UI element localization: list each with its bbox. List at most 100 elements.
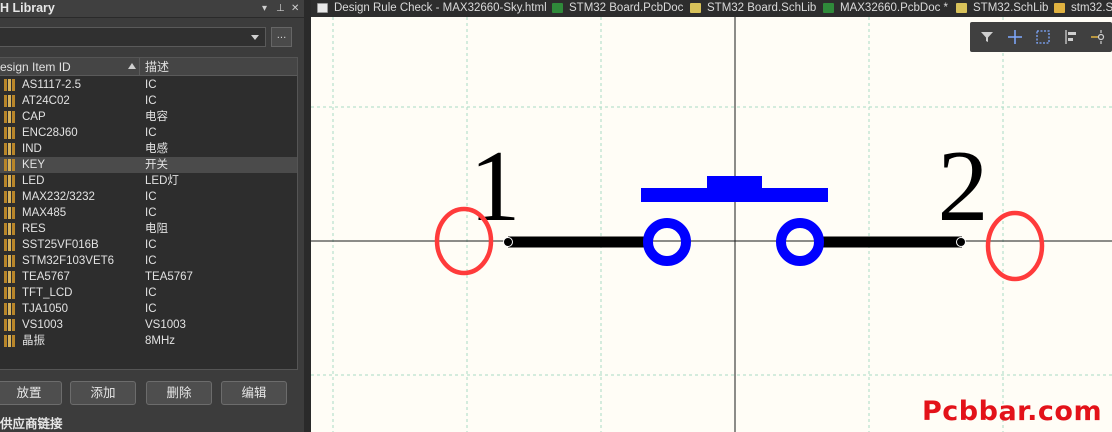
component-icon [2, 271, 16, 283]
component-icon [2, 159, 16, 171]
component-icon [2, 287, 16, 299]
component-id: 晶振 [22, 335, 45, 347]
switch-button-cap [707, 176, 762, 188]
table-row[interactable]: MAX232/3232 IC [0, 189, 297, 205]
table-row[interactable]: SST25VF016B IC [0, 237, 297, 253]
chevron-down-icon [251, 35, 259, 40]
pin-icon[interactable]: ⊥ [276, 0, 285, 17]
component-desc: IC [145, 207, 157, 219]
delete-button[interactable]: 删除 [146, 381, 212, 405]
component-desc: IC [145, 239, 157, 251]
table-row[interactable]: CAP 电容 [0, 109, 297, 125]
pcb-doc-icon [552, 3, 563, 13]
component-icon [2, 207, 16, 219]
component-id: ENC28J60 [22, 127, 78, 139]
schlib-icon [690, 3, 701, 13]
filter-icon[interactable] [976, 22, 998, 52]
crosshair-icon[interactable] [1004, 22, 1026, 52]
tab-label: STM32.SchLib [973, 2, 1049, 14]
component-id: VS1003 [22, 319, 63, 331]
watermark: Pcbbar.com [922, 396, 1103, 427]
component-id: STM32F103VET6 [22, 255, 115, 267]
component-desc: IC [145, 287, 157, 299]
table-row[interactable]: AT24C02 IC [0, 93, 297, 109]
component-icon [2, 111, 16, 123]
library-dropdown[interactable] [0, 27, 266, 47]
table-row[interactable]: MAX485 IC [0, 205, 297, 221]
table-row[interactable]: TFT_LCD IC [0, 285, 297, 301]
component-desc: 电感 [145, 143, 168, 155]
component-desc: IC [145, 95, 157, 107]
browse-button[interactable]: ... [271, 27, 292, 47]
component-id: MAX485 [22, 207, 67, 219]
column-header-id-label: esign Item ID [0, 60, 71, 74]
component-id: AS1117-2.5 [22, 79, 82, 91]
sch-library-panel: H Library ▾ ⊥ ✕ ... esign Item ID 描述 AS1… [0, 0, 304, 432]
add-button[interactable]: 添加 [70, 381, 136, 405]
table-row[interactable]: ENC28J60 IC [0, 125, 297, 141]
close-icon[interactable]: ✕ [291, 0, 299, 17]
table-row[interactable]: RES 电阻 [0, 221, 297, 237]
component-icon [2, 319, 16, 331]
component-table: esign Item ID 描述 AS1117-2.5 IC AT24C02 IC CA… [0, 57, 298, 370]
panel-title: H Library [0, 1, 55, 15]
component-id: TFT_LCD [22, 287, 73, 299]
table-row[interactable]: VS1003 VS1003 [0, 317, 297, 333]
table-row[interactable]: LED LED灯 [0, 173, 297, 189]
table-row[interactable]: AS1117-2.5 IC [0, 77, 297, 93]
tab-label: Design Rule Check - MAX32660-Sky.html [334, 2, 547, 14]
sort-ascending-icon [128, 63, 136, 69]
table-row[interactable]: TEA5767 TEA5767 [0, 269, 297, 285]
contact-left [643, 218, 691, 266]
component-desc: 8MHz [145, 335, 176, 347]
component-desc: LED灯 [145, 175, 179, 187]
component-id: RES [22, 223, 46, 235]
component-id: LED [22, 175, 45, 187]
component-desc: IC [145, 255, 157, 267]
component-id: IND [22, 143, 42, 155]
component-icon [2, 95, 16, 107]
pin2-hotspot-marker [985, 210, 1045, 282]
column-header-id[interactable]: esign Item ID [0, 58, 140, 76]
panel-menu-icon[interactable]: ▾ [262, 0, 267, 17]
component-id: CAP [22, 111, 46, 123]
schlib-icon [956, 3, 967, 13]
schematic-canvas[interactable]: 1 2 Pcbbar.com [311, 17, 1112, 432]
place-button[interactable]: 放置 [0, 381, 62, 405]
panel-splitter[interactable] [304, 0, 311, 432]
component-icon [2, 191, 16, 203]
pin-icon[interactable] [1087, 22, 1109, 52]
tab-label: MAX32660.PcbDoc * [840, 2, 949, 14]
switch-actuator-bar [641, 188, 828, 202]
tab-label: STM32 Board.PcbDoc [569, 2, 684, 14]
supplier-links-heading: 供应商链接 [0, 416, 63, 431]
component-icon [2, 223, 16, 235]
component-id: MAX232/3232 [22, 191, 95, 203]
pin1-label: 1 [470, 130, 521, 243]
select-rect-icon[interactable] [1032, 22, 1054, 52]
canvas-toolbar [970, 22, 1112, 52]
component-desc: IC [145, 127, 157, 139]
table-row[interactable]: TJA1050 IC [0, 301, 297, 317]
table-row[interactable]: KEY 开关 [0, 157, 297, 173]
align-icon[interactable] [1060, 22, 1082, 52]
column-header-desc[interactable]: 描述 [145, 58, 169, 76]
edit-button[interactable]: 编辑 [221, 381, 287, 405]
component-desc: IC [145, 79, 157, 91]
table-row[interactable]: STM32F103VET6 IC [0, 253, 297, 269]
component-icon [2, 127, 16, 139]
pin2-end-dot [956, 237, 966, 247]
tab-label: STM32 Board.SchLib [707, 2, 817, 14]
component-desc: 电阻 [145, 223, 168, 235]
component-icon [2, 303, 16, 315]
pcb-doc-icon [823, 3, 834, 13]
tab-label: stm32.S [1071, 2, 1112, 14]
table-row[interactable]: 晶振 8MHz [0, 333, 297, 349]
folder-icon [1054, 3, 1065, 13]
table-row[interactable]: IND 电感 [0, 141, 297, 157]
component-icon [2, 175, 16, 187]
panel-title-bar: H Library ▾ ⊥ ✕ [0, 0, 304, 18]
component-id: TJA1050 [22, 303, 69, 315]
contact-right [776, 218, 824, 266]
component-icon [2, 143, 16, 155]
